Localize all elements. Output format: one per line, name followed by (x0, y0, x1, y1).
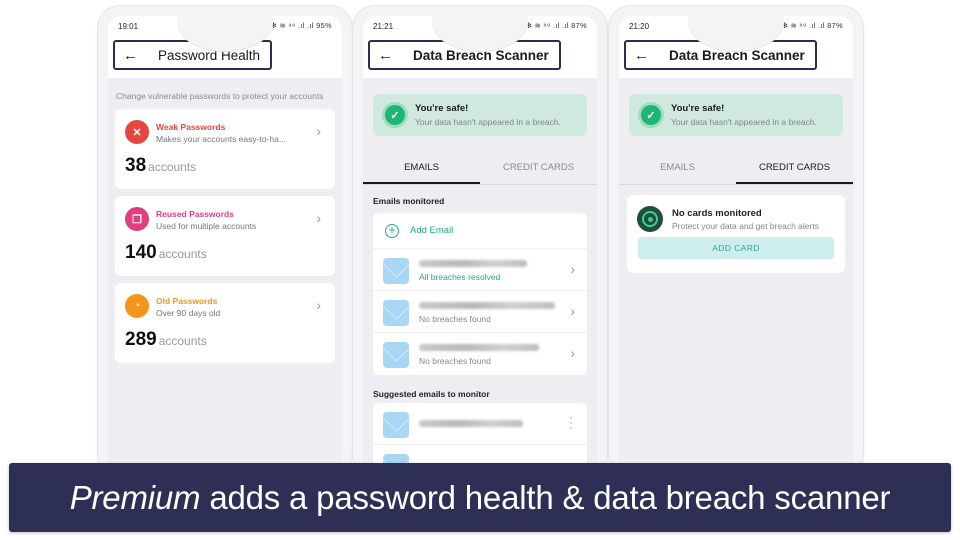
check-circle-icon: ✓ (385, 105, 405, 125)
no-cards-card: No cards monitored Protect your data and… (627, 195, 845, 273)
card-subtitle: Used for multiple accounts (156, 221, 257, 231)
tab-credit-cards[interactable]: CREDIT CARDS (480, 153, 597, 184)
add-email-button[interactable]: + Add Email (373, 213, 587, 249)
safe-status-banner: ✓ You're safe! Your data hasn't appeared… (629, 94, 843, 136)
count-unit: accounts (158, 247, 207, 261)
caption-banner: Premium adds a password health & data br… (9, 463, 951, 532)
copy-icon: ❐ (125, 207, 149, 231)
add-email-label: Add Email (410, 225, 454, 236)
banner-title: You're safe! (671, 103, 725, 114)
add-card-button[interactable]: ADD CARD (638, 237, 834, 259)
envelope-icon (383, 412, 409, 438)
status-time: 21:21 (373, 21, 394, 31)
card-subtitle: Over 90 days old (156, 308, 221, 318)
page-description: Change vulnerable passwords to protect y… (116, 91, 324, 101)
chevron-right-icon: › (570, 345, 575, 361)
email-list-item[interactable]: No breaches found › (373, 333, 587, 375)
more-options-icon[interactable]: · · · (569, 411, 573, 433)
no-cards-subtitle: Protect your data and get breach alerts (672, 221, 819, 231)
clock-icon: ◔ (125, 294, 149, 318)
email-list-item[interactable]: All breaches resolved › (373, 249, 587, 291)
email-status: All breaches resolved (419, 272, 501, 282)
phone-screen: 21:21 ⸙ ✻ ≋ ⁹⁹ .ıl .ıl 87% ← Data Breach… (363, 16, 597, 476)
chevron-right-icon: › (570, 261, 575, 277)
safe-status-banner: ✓ You're safe! Your data hasn't appeared… (373, 94, 587, 136)
count-value: 289 (125, 329, 157, 350)
chevron-right-icon: › (570, 303, 575, 319)
caption-emphasis: Premium (69, 478, 201, 516)
back-arrow-icon[interactable]: ← (378, 48, 393, 63)
envelope-icon (383, 258, 409, 284)
reused-passwords-card[interactable]: ❐ Reused Passwords Used for multiple acc… (115, 196, 335, 276)
blurred-email-address (419, 344, 539, 351)
battery-level: 87% (827, 21, 843, 30)
banner-subtitle: Your data hasn't appeared in a breach. (671, 117, 817, 127)
old-passwords-card[interactable]: ◔ Old Passwords Over 90 days old › 289 ac… (115, 283, 335, 363)
phone-screen: 19:01 ⸙ ✻ ≋ ⁹⁹ .ıl .ıl 95% ← Password He… (108, 16, 342, 476)
battery-level: 95% (316, 21, 332, 30)
count-value: 38 (125, 155, 147, 176)
email-status: No breaches found (419, 356, 491, 366)
monitored-emails-list: + Add Email All breaches resolved › No b… (373, 213, 587, 375)
count-value: 140 (125, 242, 157, 263)
status-time: 19:01 (118, 21, 139, 31)
suggested-emails-label: Suggested emails to monitor (373, 389, 490, 399)
tab-emails[interactable]: EMAILS (619, 153, 736, 184)
emails-monitored-label: Emails monitored (373, 196, 445, 206)
blurred-email-address (419, 302, 555, 309)
status-time: 21:20 (629, 21, 650, 31)
card-title: Reused Passwords (156, 209, 234, 219)
blurred-email-address (419, 420, 523, 427)
chevron-right-icon: › (316, 210, 321, 226)
tab-emails[interactable]: EMAILS (363, 153, 480, 184)
envelope-icon (383, 342, 409, 368)
banner-subtitle: Your data hasn't appeared in a breach. (415, 117, 561, 127)
caption-text: adds a password health & data breach sca… (209, 478, 891, 516)
email-status: No breaches found (419, 314, 491, 324)
envelope-icon (383, 300, 409, 326)
phone-breach-emails: 21:21 ⸙ ✻ ≋ ⁹⁹ .ıl .ıl 87% ← Data Breach… (353, 6, 607, 476)
phone-breach-credit-cards: 21:20 ⸙ ✻ ≋ ⁹⁹ .ıl .ıl 87% ← Data Breach… (609, 6, 863, 476)
tab-bar: EMAILS CREDIT CARDS (363, 153, 597, 185)
plus-circle-icon: + (385, 223, 399, 238)
back-arrow-icon[interactable]: ← (123, 48, 138, 63)
suggested-email-item[interactable]: · · · (373, 403, 587, 445)
check-circle-icon: ✓ (641, 105, 661, 125)
radar-icon (637, 206, 663, 232)
card-title: Weak Passwords (156, 122, 226, 132)
tab-credit-cards[interactable]: CREDIT CARDS (736, 153, 853, 184)
card-subtitle: Makes your accounts easy-to-ha... (156, 134, 286, 144)
battery-level: 87% (571, 21, 587, 30)
banner-title: You're safe! (415, 103, 469, 114)
shield-x-icon: ✕ (125, 120, 149, 144)
tab-bar: EMAILS CREDIT CARDS (619, 153, 853, 185)
account-count: 140 accounts (125, 242, 207, 264)
weak-passwords-card[interactable]: ✕ Weak Passwords Makes your accounts eas… (115, 109, 335, 189)
account-count: 38 accounts (125, 155, 196, 177)
count-unit: accounts (148, 160, 197, 174)
chevron-right-icon: › (316, 297, 321, 313)
no-cards-title: No cards monitored (672, 208, 762, 219)
phone-screen: 21:20 ⸙ ✻ ≋ ⁹⁹ .ıl .ıl 87% ← Data Breach… (619, 16, 853, 476)
account-count: 289 accounts (125, 329, 207, 351)
blurred-email-address (419, 260, 527, 267)
count-unit: accounts (158, 334, 207, 348)
card-title: Old Passwords (156, 296, 218, 306)
screenshot-collage: 19:01 ⸙ ✻ ≋ ⁹⁹ .ıl .ıl 95% ← Password He… (0, 0, 960, 540)
email-list-item[interactable]: No breaches found › (373, 291, 587, 333)
phone-password-health: 19:01 ⸙ ✻ ≋ ⁹⁹ .ıl .ıl 95% ← Password He… (98, 6, 352, 476)
chevron-right-icon: › (316, 123, 321, 139)
back-arrow-icon[interactable]: ← (634, 48, 649, 63)
